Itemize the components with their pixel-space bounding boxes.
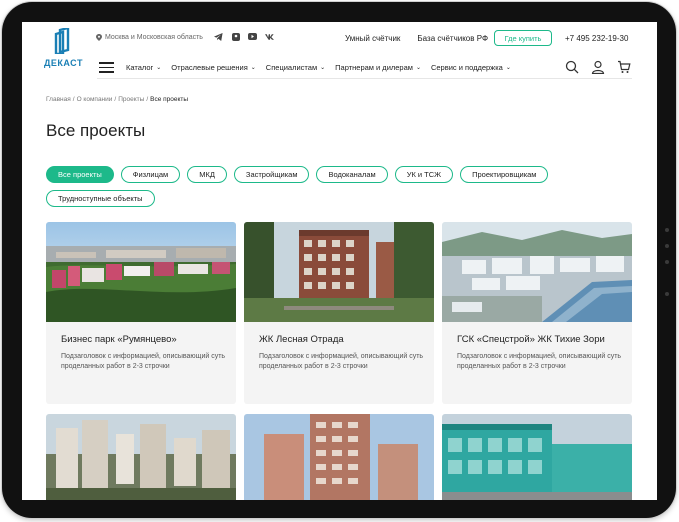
project-photo (442, 414, 632, 500)
nav-item-service[interactable]: Сервис и поддержка ⌄ (431, 63, 511, 72)
location-pin-icon (96, 34, 102, 41)
project-card[interactable]: ГСК «Спецстрой» ЖК Тихие Зори Подзаголов… (442, 222, 632, 404)
project-card[interactable]: Бизнес парк «Румянцево» Подзаголовок с и… (46, 222, 236, 404)
vk-icon[interactable] (265, 32, 274, 41)
project-subtitle: Подзаголовок с информацией, описывающий … (259, 353, 424, 370)
filter-water-utilities[interactable]: Водоканалам (316, 166, 388, 183)
page-title: Все проекты (46, 121, 146, 140)
header-divider (97, 78, 632, 79)
where-to-buy-button[interactable]: Где купить (494, 30, 552, 46)
filter-developers[interactable]: Застройщикам (233, 166, 310, 183)
filter-designers[interactable]: Проектировщикам (460, 166, 549, 183)
logo-mark-icon (54, 28, 70, 54)
project-subtitle: Подзаголовок с информацией, описывающий … (61, 353, 226, 370)
menu-icon[interactable] (99, 62, 114, 73)
project-photo (46, 222, 236, 322)
location-text: Москва и Московская область (105, 34, 203, 41)
chevron-down-icon: ⌄ (505, 65, 511, 71)
breadcrumb: Главная / О компании / Проекты / Все про… (46, 96, 188, 103)
nav-item-industry-solutions[interactable]: Отраслевые решения ⌄ (171, 63, 256, 72)
cart-icon[interactable] (617, 60, 631, 74)
project-card[interactable]: ЖК Лесная Отрада Подзаголовок с информац… (244, 222, 434, 404)
user-icon[interactable] (591, 60, 605, 74)
project-filters: Все проекты Физлицам МКД Застройщикам Во… (46, 166, 636, 207)
breadcrumb-separator: / (114, 96, 117, 103)
filter-mkd[interactable]: МКД (187, 166, 227, 183)
social-links (214, 32, 274, 41)
device-camera (665, 260, 669, 264)
smart-meter-link[interactable]: Умный счётчик (345, 34, 400, 43)
project-photo (442, 222, 632, 322)
project-title: ЖК Лесная Отрада (259, 334, 344, 345)
device-dot (665, 228, 669, 232)
project-subtitle: Подзаголовок с информацией, описывающий … (457, 353, 622, 370)
filter-all-projects[interactable]: Все проекты (46, 166, 114, 183)
breadcrumb-separator: / (72, 96, 75, 103)
breadcrumb-projects[interactable]: Проекты (118, 96, 144, 103)
browser-screen: ДЕКАСТ Москва и Московская область Умный… (22, 22, 657, 500)
nav-item-specialists[interactable]: Специалистам ⌄ (266, 63, 325, 72)
nav-actions (565, 60, 631, 74)
phone-link[interactable]: +7 495 232-19-30 (565, 34, 628, 43)
chevron-down-icon: ⌄ (250, 65, 256, 71)
breadcrumb-separator: / (146, 96, 149, 103)
logo[interactable]: ДЕКАСТ (44, 28, 82, 72)
nav-item-partners[interactable]: Партнерам и дилерам ⌄ (335, 63, 421, 72)
device-dot (665, 244, 669, 248)
breadcrumb-about[interactable]: О компании (77, 96, 113, 103)
breadcrumb-current: Все проекты (150, 96, 189, 103)
project-photo (244, 222, 434, 322)
filter-hard-to-reach[interactable]: Трудноступные объекты (46, 190, 155, 207)
location[interactable]: Москва и Московская область (96, 34, 203, 41)
breadcrumb-home[interactable]: Главная (46, 96, 71, 103)
logo-text: ДЕКАСТ (44, 58, 83, 68)
main-nav: Каталог ⌄ Отраслевые решения ⌄ Специалиста… (126, 63, 511, 72)
ok-icon[interactable] (231, 32, 240, 41)
project-title: Бизнес парк «Румянцево» (61, 334, 177, 345)
top-links: Умный счётчик База счётчиков РФ (345, 34, 488, 43)
project-card[interactable] (442, 414, 632, 500)
tablet-frame: ДЕКАСТ Москва и Московская область Умный… (2, 2, 676, 518)
filter-uk-tszh[interactable]: УК и ТСЖ (394, 166, 454, 183)
chevron-down-icon: ⌄ (156, 65, 162, 71)
chevron-down-icon: ⌄ (320, 65, 326, 71)
filter-individuals[interactable]: Физлицам (120, 166, 181, 183)
nav-item-catalog[interactable]: Каталог ⌄ (126, 63, 161, 72)
device-dot (665, 292, 669, 296)
youtube-icon[interactable] (248, 32, 257, 41)
project-photo (46, 414, 236, 500)
project-card[interactable] (244, 414, 434, 500)
project-title: ГСК «Спецстрой» ЖК Тихие Зори (457, 334, 605, 345)
telegram-icon[interactable] (214, 32, 223, 41)
project-card[interactable] (46, 414, 236, 500)
search-icon[interactable] (565, 60, 579, 74)
project-photo (244, 414, 434, 500)
chevron-down-icon: ⌄ (415, 65, 421, 71)
meter-database-link[interactable]: База счётчиков РФ (417, 34, 488, 43)
